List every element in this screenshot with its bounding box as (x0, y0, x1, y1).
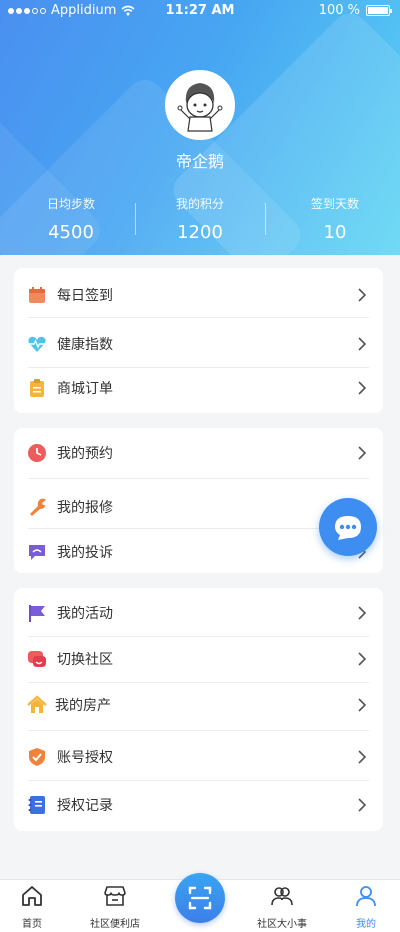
chevron-right-icon (358, 606, 367, 620)
menu-item-label: 我的报修 (57, 500, 113, 516)
row-divider (28, 780, 369, 781)
menu-item-switch-community[interactable]: 切换社区 (14, 636, 383, 682)
menu-item-label: 我的投诉 (57, 545, 113, 561)
row-divider (28, 730, 369, 731)
house-icon (27, 695, 47, 713)
chevron-right-icon (358, 446, 367, 460)
menu-item-label: 健康指数 (57, 337, 113, 353)
menu-item-authorization-records[interactable]: 授权记录 (14, 782, 383, 828)
tab-label: 首页 (22, 919, 42, 930)
row-divider (28, 478, 369, 479)
user-name: 帝企鹅 (175, 152, 224, 171)
chevron-right-icon (358, 798, 367, 812)
chevron-right-icon (358, 750, 367, 764)
community-icon (271, 887, 293, 906)
stat-checkin-days[interactable]: 签到天数 10 (275, 195, 395, 243)
avatar-illustration-icon (168, 73, 232, 137)
tab-label: 社区便利店 (90, 919, 140, 930)
menu-item-label: 商城订单 (57, 381, 113, 397)
stat-steps[interactable]: 日均步数 4500 (11, 195, 131, 243)
store-icon (104, 886, 126, 906)
menu-item-my-appointments[interactable]: 我的预约 (14, 430, 383, 476)
chevron-right-icon (358, 698, 367, 712)
chevron-right-icon (358, 381, 367, 395)
avatar[interactable] (165, 70, 235, 140)
chat-bubble-icon (335, 516, 361, 540)
status-bar: Applidium 11:27 AM 100 % (0, 0, 400, 22)
stat-divider (135, 203, 136, 235)
battery-percent: 100 % (318, 3, 360, 18)
menu-item-my-property[interactable]: 我的房产 (14, 682, 383, 728)
menu-card-activity: 每日签到 健康指数 商城订单 (14, 268, 383, 413)
switch-community-icon (28, 651, 46, 667)
menu-item-account-authorization[interactable]: 账号授权 (14, 734, 383, 780)
row-divider (28, 317, 369, 318)
complaint-icon (29, 545, 45, 560)
menu-item-my-activities[interactable]: 我的活动 (14, 590, 383, 636)
tab-convenience-store[interactable]: 社区便利店 (80, 884, 150, 930)
menu-item-label: 我的房产 (55, 698, 111, 714)
menu-item-label: 每日签到 (57, 288, 113, 304)
menu-item-label: 我的活动 (57, 606, 113, 622)
calendar-icon (29, 287, 45, 303)
chat-fab-button[interactable] (319, 498, 377, 556)
tab-home[interactable]: 首页 (10, 884, 54, 930)
wrench-icon (30, 498, 46, 516)
heart-pulse-icon (28, 336, 46, 352)
stat-value: 10 (323, 222, 347, 243)
stat-label: 日均步数 (46, 197, 95, 211)
stat-value: 1200 (177, 222, 223, 243)
tab-label: 社区大小事 (257, 919, 307, 930)
stat-label: 我的积分 (175, 197, 224, 211)
home-icon (22, 886, 42, 906)
menu-item-mall-orders[interactable]: 商城订单 (14, 365, 383, 411)
menu-item-health-index[interactable]: 健康指数 (14, 321, 383, 367)
stat-points[interactable]: 我的积分 1200 (140, 195, 260, 243)
tab-community-news[interactable]: 社区大小事 (245, 884, 319, 930)
shield-check-icon (29, 748, 45, 766)
chevron-right-icon (358, 288, 367, 302)
stat-divider (265, 203, 266, 235)
scan-button[interactable] (175, 873, 225, 923)
battery-icon (366, 5, 392, 16)
profile-header: Applidium 11:27 AM 100 % 帝企鹅 日均步数 4500 我… (0, 0, 400, 255)
menu-item-label: 账号授权 (57, 750, 113, 766)
person-icon (356, 886, 376, 907)
list-icon (28, 796, 45, 814)
stats-bar: 日均步数 4500 我的积分 1200 签到天数 10 (0, 195, 400, 245)
menu-item-daily-checkin[interactable]: 每日签到 (14, 272, 383, 318)
clock-icon (28, 444, 46, 462)
stat-value: 4500 (48, 222, 94, 243)
chevron-right-icon (358, 337, 367, 351)
menu-item-label: 授权记录 (57, 798, 113, 814)
flag-icon (29, 605, 45, 622)
menu-item-label: 切换社区 (57, 652, 113, 668)
scan-icon (188, 886, 212, 910)
tab-mine[interactable]: 我的 (346, 884, 386, 930)
chevron-right-icon (358, 652, 367, 666)
stat-label: 签到天数 (310, 197, 359, 211)
menu-card-account: 我的活动 切换社区 我的房产 账号授权 授权记录 (14, 588, 383, 831)
tab-label: 我的 (356, 919, 376, 930)
menu-item-label: 我的预约 (57, 446, 113, 462)
clipboard-icon (30, 379, 44, 397)
